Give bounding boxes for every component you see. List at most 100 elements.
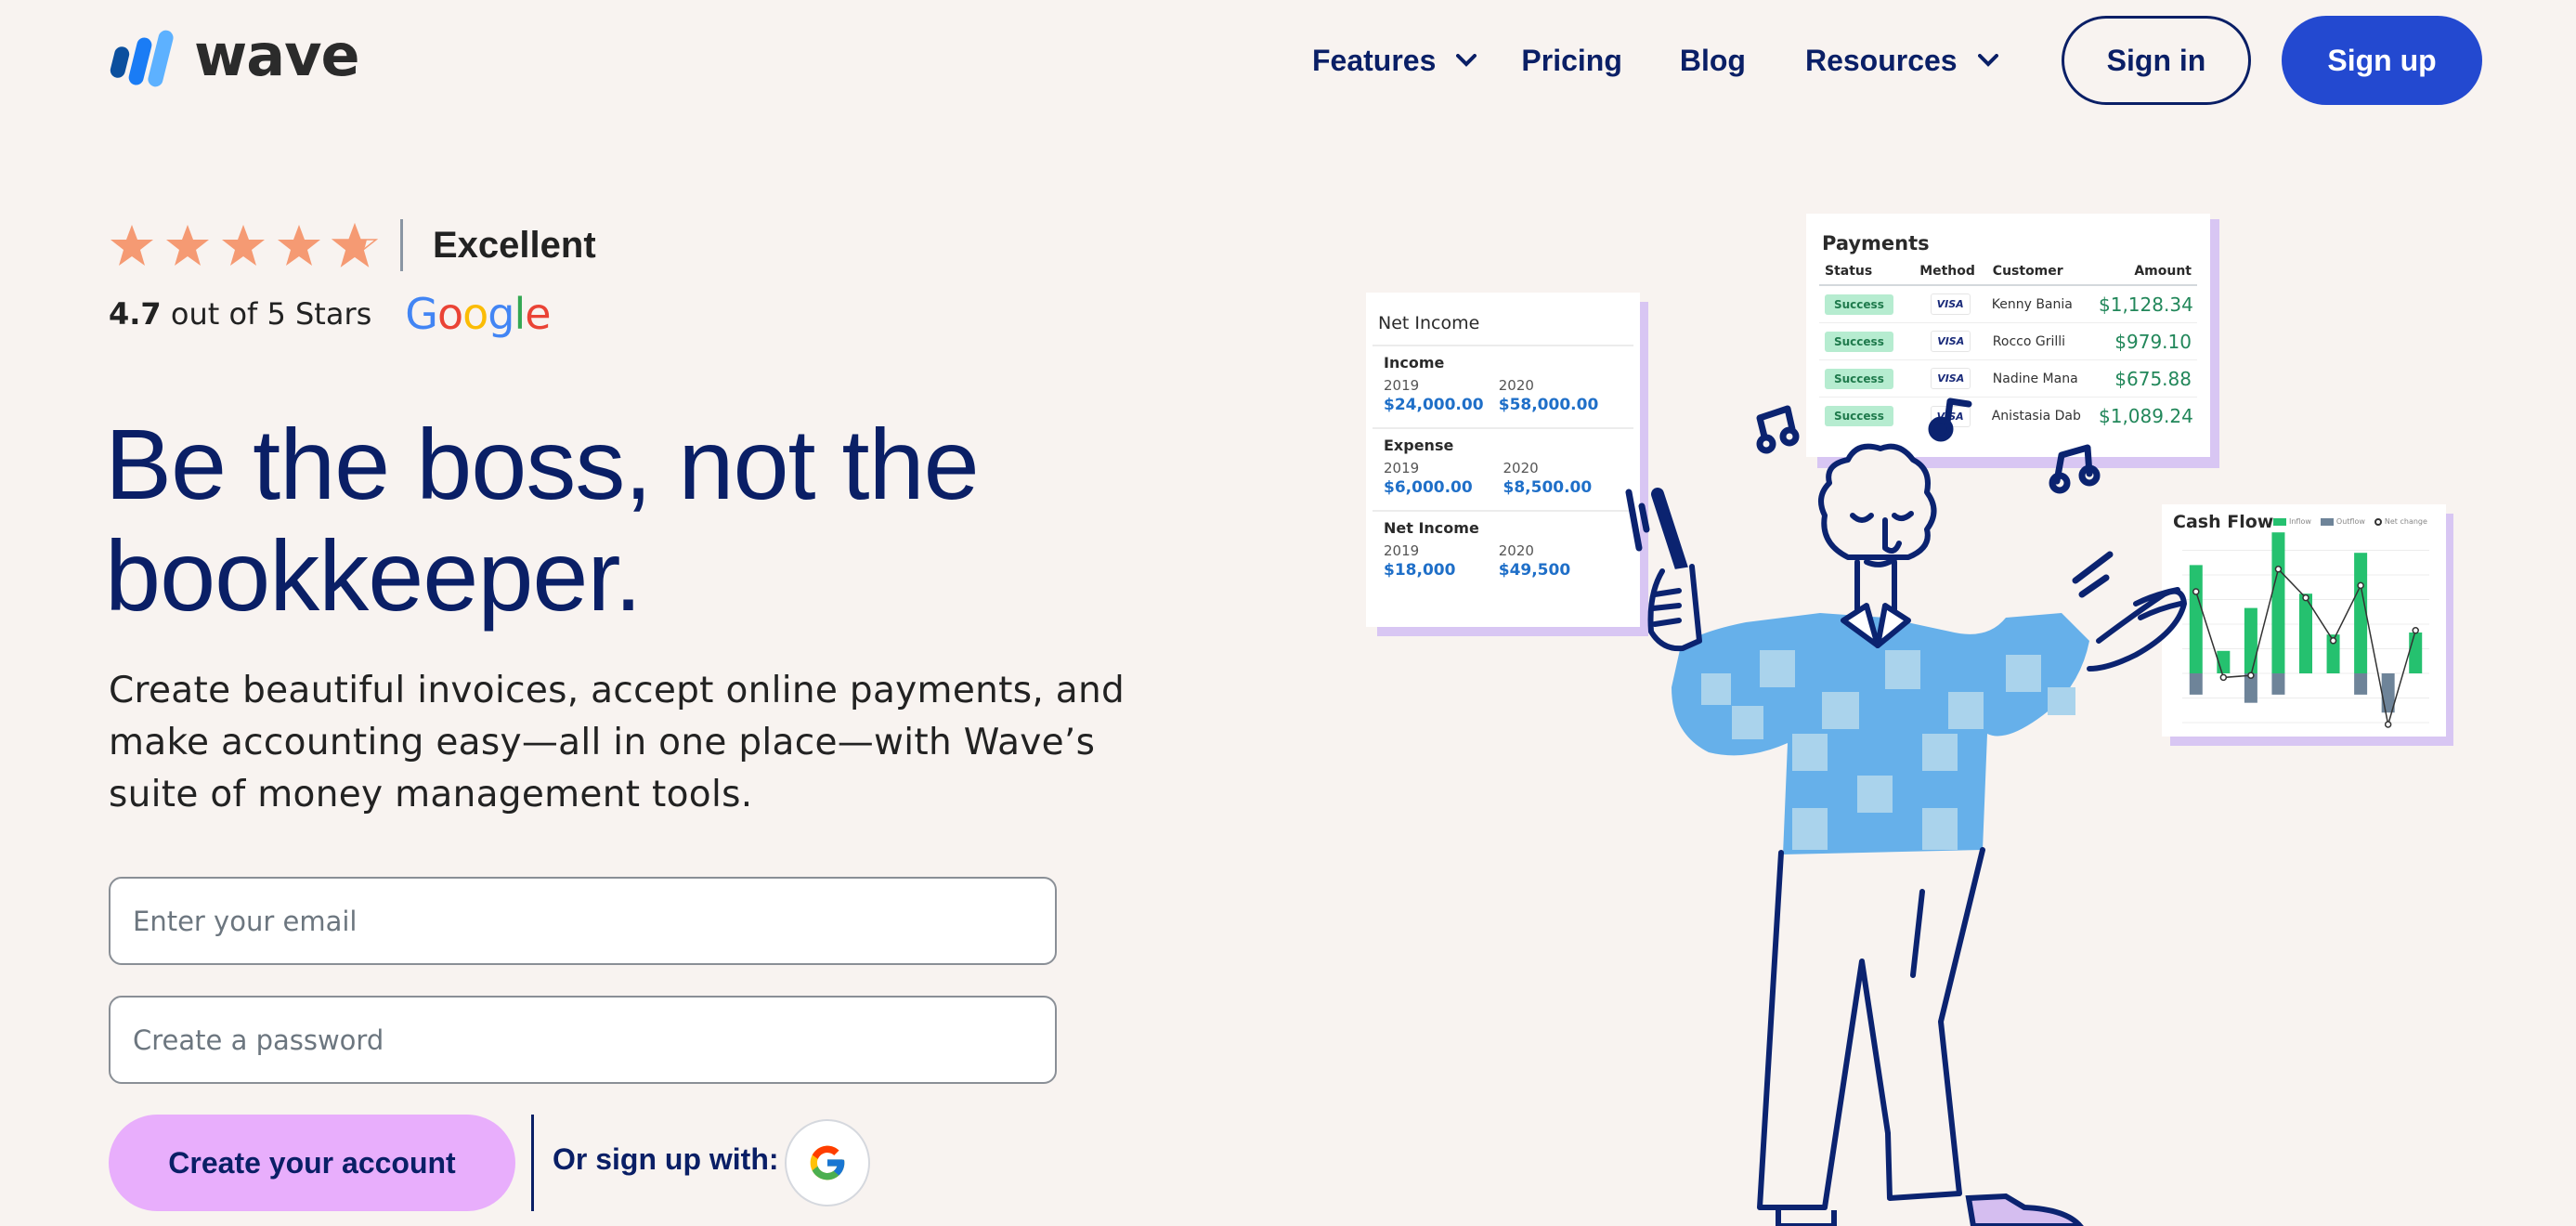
- ni-year: 2020: [1498, 542, 1534, 559]
- col-header-status: Status: [1825, 264, 1873, 279]
- inflow-bar: [2189, 565, 2203, 673]
- net-change-point: [2247, 672, 2255, 679]
- payment-amount: $979.10: [2114, 330, 2192, 353]
- net-change-point: [2329, 637, 2337, 645]
- status-badge: Success: [1825, 293, 1893, 315]
- outflow-bar: [2189, 673, 2203, 695]
- music-note-icon: [1756, 405, 1800, 454]
- ni-value: $18,000: [1384, 561, 1456, 580]
- wave-logo[interactable]: wave: [109, 21, 360, 89]
- ni-year: 2019: [1384, 542, 1420, 559]
- shoes: [1776, 1193, 2084, 1226]
- col-header-method: Method: [1919, 264, 1975, 279]
- ni-section-title: Expense: [1384, 437, 1454, 454]
- outflow-bar: [2354, 673, 2368, 695]
- rating-score: 4.7: [109, 296, 162, 332]
- hero-headline: Be the boss, not the bookkeeper.: [105, 408, 980, 632]
- google-icon: [810, 1145, 845, 1180]
- chevron-down-icon: [1977, 54, 1998, 67]
- payment-row: Success VISA Kenny Bania $1,128.34: [1819, 286, 2197, 323]
- ni-year: 2019: [1384, 460, 1420, 476]
- google-logo: Google: [405, 289, 551, 339]
- status-badge: Success: [1825, 368, 1893, 389]
- ni-section-expense: Expense 2019 $6,000.00 2020 $8,500.00: [1373, 429, 1633, 512]
- star-icon: [166, 225, 209, 266]
- nav-blog-label: Blog: [1679, 43, 1746, 77]
- visa-icon: VISA: [1931, 368, 1971, 389]
- status-badge: Success: [1825, 406, 1893, 426]
- form-divider: [531, 1115, 534, 1211]
- wave-logo-icon: [110, 30, 174, 87]
- rating-divider: [400, 219, 403, 271]
- ni-year: 2020: [1498, 377, 1534, 394]
- sweater: [1672, 613, 2089, 854]
- star-rating: [109, 223, 378, 267]
- net-income-card-title: Net Income: [1373, 313, 1633, 346]
- payment-amount: $1,089.24: [2099, 405, 2193, 427]
- nav-blog[interactable]: Blog: [1680, 44, 1746, 78]
- inflow-bar: [2244, 607, 2257, 673]
- visa-icon: VISA: [1930, 405, 1971, 427]
- ni-section-income: Income 2019 $24,000.00 2020 $58,000.00: [1373, 346, 1633, 429]
- star-icon: [278, 225, 320, 266]
- ni-value: $6,000.00: [1384, 478, 1473, 497]
- email-input[interactable]: [109, 877, 1057, 965]
- net-income-card: Net Income Income 2019 $24,000.00 2020 $58…: [1366, 293, 1640, 627]
- customer-name: Nadine Mana: [1992, 371, 2078, 386]
- payment-row: Success VISA Nadine Mana $675.88: [1819, 360, 2197, 398]
- ni-year: 2020: [1503, 460, 1539, 476]
- rating-row: Excellent: [109, 219, 596, 271]
- cash-flow-card: Cash Flow Inflow Outflow Net change: [2162, 504, 2446, 737]
- payments-table-header: Status Method Customer Amount: [1819, 264, 2197, 286]
- customer-name: Anistasia Dab: [1991, 409, 2081, 424]
- rating-score-text: 4.7 out of 5 Stars: [109, 296, 371, 332]
- ni-value: $24,000.00: [1384, 396, 1484, 414]
- payments-card: Payments Status Method Customer Amount S…: [1806, 214, 2210, 457]
- chevron-down-icon: [1456, 54, 1477, 67]
- outflow-bar: [2271, 673, 2285, 695]
- net-change-point: [2302, 593, 2309, 602]
- rating-label: Excellent: [433, 224, 596, 266]
- google-sign-up-button[interactable]: [785, 1119, 870, 1206]
- payment-amount: $1,128.34: [2099, 293, 2193, 316]
- nav-resources-label: Resources: [1804, 43, 1958, 77]
- inflow-bar: [2409, 633, 2423, 673]
- col-header-amount: Amount: [2134, 264, 2192, 279]
- payment-row: Success VISA Rocco Grilli $979.10: [1819, 323, 2197, 360]
- net-change-point: [2357, 581, 2364, 590]
- net-change-point: [2384, 721, 2392, 728]
- create-account-button[interactable]: Create your account: [109, 1115, 515, 1211]
- net-change-point: [2219, 673, 2228, 682]
- rating-score-suffix: out of 5 Stars: [161, 296, 372, 332]
- net-change-point: [2192, 588, 2200, 595]
- ni-value: $8,500.00: [1503, 478, 1593, 497]
- visa-icon: VISA: [1930, 293, 1971, 315]
- nav-features-label: Features: [1312, 43, 1437, 77]
- star-icon: [222, 225, 265, 266]
- or-sign-up-label: Or sign up with:: [553, 1142, 779, 1176]
- payments-table-body: Success VISA Kenny Bania $1,128.34 Success VI…: [1819, 286, 2197, 435]
- customer-name: Rocco Grilli: [1992, 333, 2066, 349]
- nav-resources[interactable]: Resources: [1805, 44, 1998, 78]
- star-partial-icon: [332, 223, 378, 267]
- rating-score-row: 4.7 out of 5 Stars Google: [109, 289, 552, 339]
- ni-value: $58,000.00: [1498, 396, 1599, 414]
- password-input[interactable]: [109, 996, 1057, 1084]
- cash-flow-chart: [2182, 532, 2429, 728]
- sign-in-button[interactable]: Sign in: [2062, 16, 2251, 105]
- customer-name: Kenny Bania: [1991, 296, 2073, 312]
- hero-subtext: Create beautiful invoices, accept online…: [109, 670, 1125, 815]
- payment-amount: $675.88: [2114, 367, 2192, 390]
- ni-year: 2019: [1384, 377, 1420, 394]
- logo-text: wave: [194, 21, 360, 89]
- ni-section-title: Income: [1384, 354, 1445, 372]
- ni-value: $49,500: [1498, 561, 1571, 580]
- nav-pricing[interactable]: Pricing: [1521, 44, 1621, 78]
- ni-section-net-income: Net Income 2019 $18,000 2020 $49,500: [1373, 512, 1633, 593]
- sign-up-button[interactable]: Sign up: [2282, 16, 2482, 105]
- net-change-point: [2412, 627, 2419, 634]
- visa-icon: VISA: [1931, 331, 1971, 352]
- nav-features[interactable]: Features: [1312, 44, 1477, 78]
- star-icon: [111, 225, 153, 266]
- col-header-customer: Customer: [1992, 264, 2063, 279]
